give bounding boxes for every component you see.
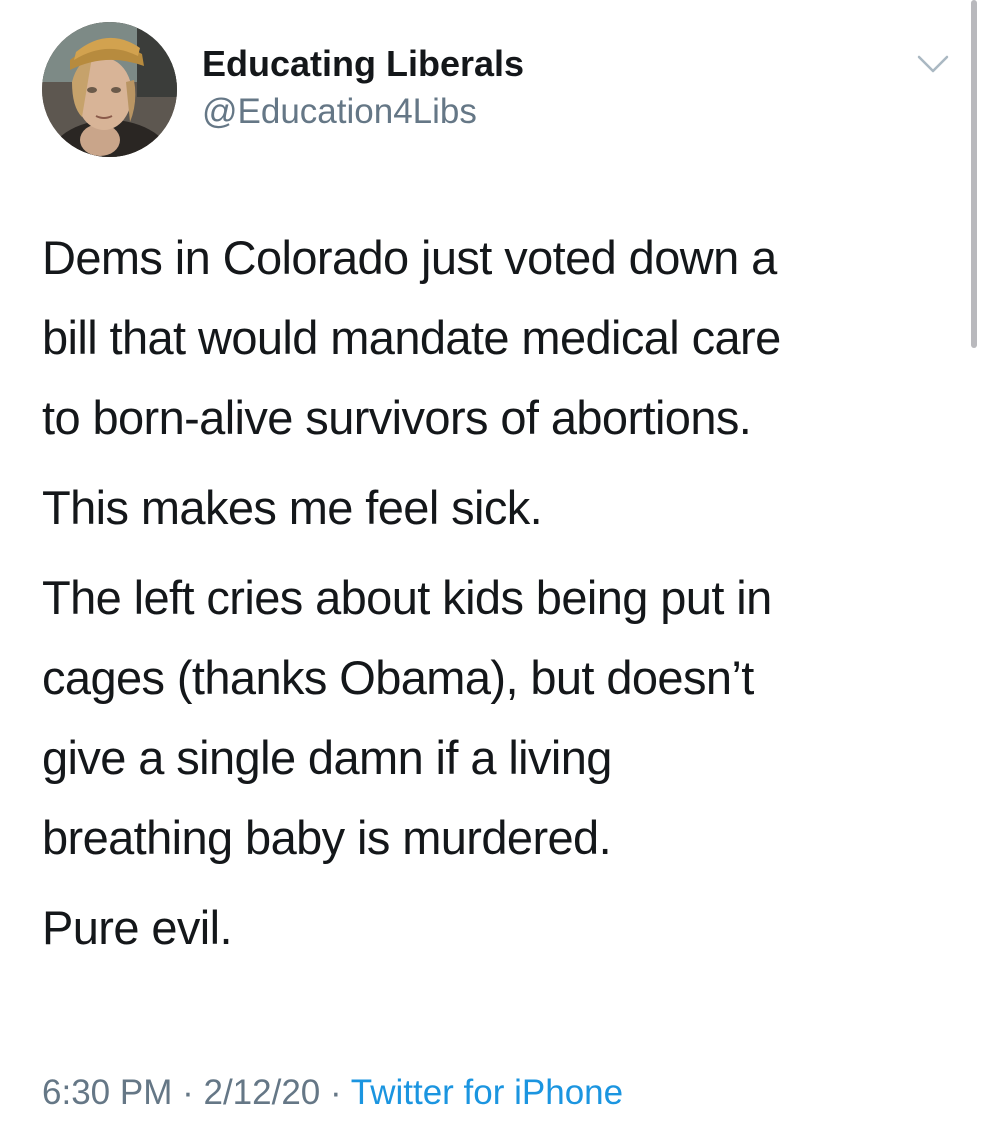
tweet-time[interactable]: 6:30 PM [42, 1073, 172, 1112]
tweet-paragraph: Dems in Colorado just voted down a bill … [42, 231, 781, 444]
avatar[interactable] [42, 22, 177, 157]
meta-separator: · [182, 1073, 194, 1112]
tweet-meta: 6:30 PM · 2/12/20 · Twitter for iPhone [42, 1070, 623, 1116]
tweet-source-link[interactable]: Twitter for iPhone [351, 1073, 623, 1112]
scrollbar[interactable] [971, 0, 977, 348]
avatar-image [42, 22, 177, 157]
display-name[interactable]: Educating Liberals [202, 42, 524, 86]
tweet-text: Dems in Colorado just voted down a bill … [42, 218, 957, 978]
tweet-card: Educating Liberals @Education4Libs Dems … [0, 0, 988, 1134]
chevron-down-icon[interactable] [916, 52, 950, 76]
meta-separator: · [330, 1073, 342, 1112]
tweet-paragraph: The left cries about kids being put in c… [42, 571, 772, 864]
user-handle[interactable]: @Education4Libs [202, 90, 477, 134]
tweet-date[interactable]: 2/12/20 [203, 1073, 320, 1112]
tweet-paragraph: Pure evil. [42, 901, 233, 954]
tweet-paragraph: This makes me feel sick. [42, 481, 543, 534]
